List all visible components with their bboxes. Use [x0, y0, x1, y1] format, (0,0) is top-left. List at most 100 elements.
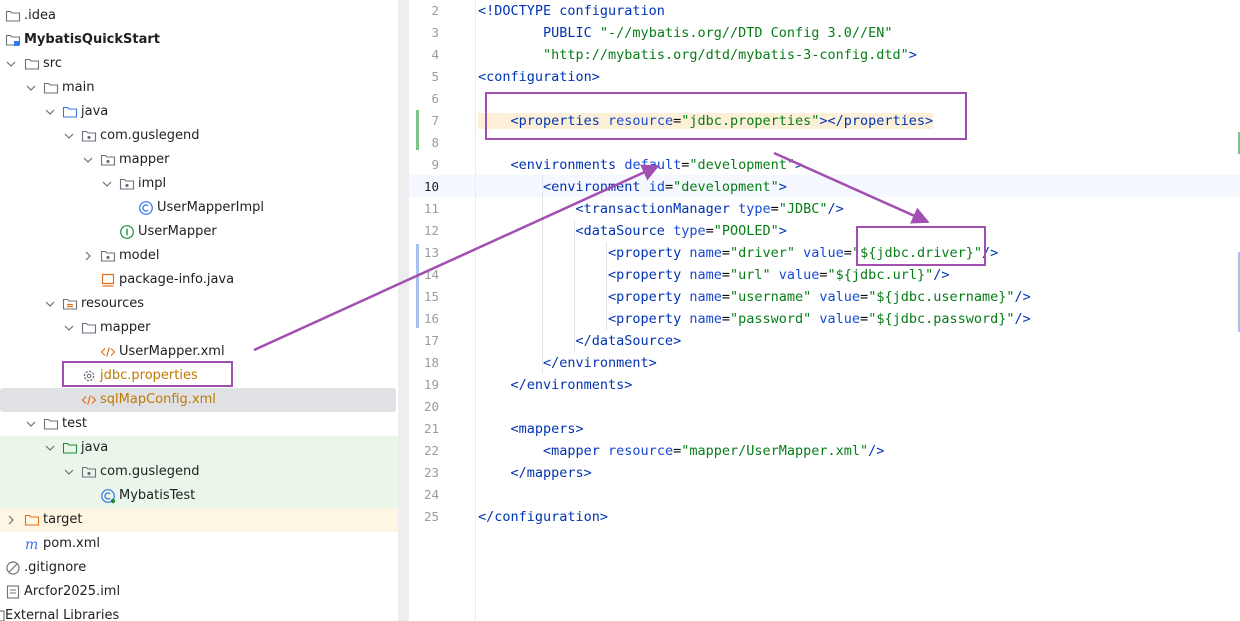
chevron-down-icon[interactable]	[24, 76, 38, 100]
tree-item-test-java[interactable]: java	[0, 436, 398, 460]
line-number: 8	[431, 135, 439, 150]
code-token: ></properties>	[819, 113, 934, 129]
code-line: </environments>	[478, 374, 633, 396]
code-token: value	[811, 289, 861, 305]
tree-item-java[interactable]: java	[0, 100, 398, 124]
code-token: <transactionManager	[478, 201, 739, 217]
tree-item-project-root[interactable]: MybatisQuickStart	[0, 28, 398, 52]
tree-item-label: pom.xml	[43, 536, 100, 551]
excluded-folder-icon	[24, 512, 40, 528]
chevron-down-icon[interactable]	[24, 412, 38, 436]
code-token: <dataSource	[478, 223, 674, 239]
svg-text:m: m	[25, 537, 38, 552]
code-token: "${jdbc.driver}"	[851, 245, 982, 261]
tree-item-src[interactable]: src	[0, 52, 398, 76]
code-token: "http://mybatis.org/dtd/mybatis-3-config…	[543, 47, 909, 63]
code-token: name	[689, 289, 722, 305]
code-token: name	[689, 245, 722, 261]
test-folder-icon	[62, 440, 78, 456]
tree-item-main[interactable]: main	[0, 76, 398, 100]
tree-item-com-guslegend[interactable]: com.guslegend	[0, 124, 398, 148]
code-token: =	[664, 179, 674, 195]
code-token: value	[795, 245, 844, 261]
tree-item-mapper-package[interactable]: mapper	[0, 148, 398, 172]
class-icon	[138, 200, 154, 216]
code-token: "driver"	[729, 245, 796, 261]
tree-item-test[interactable]: test	[0, 412, 398, 436]
line-number: 18	[423, 355, 439, 370]
tree-item-sqlmapconfig-xml[interactable]: sqlMapConfig.xml	[0, 388, 396, 412]
code-token: </dataSource>	[478, 333, 682, 349]
tree-item-label: sqlMapConfig.xml	[100, 392, 216, 407]
tree-item-package-info[interactable]: package-info.java	[0, 268, 398, 292]
code-editor[interactable]: 2 3 4 5 6 7 8 9 10 11 12 13 14 15 16 17 …	[409, 0, 1240, 621]
tree-item-model[interactable]: model	[0, 244, 398, 268]
tree-item-idea[interactable]: .idea	[0, 4, 398, 28]
code-line: <properties resource="jdbc.properties"><…	[478, 110, 934, 132]
code-token: value	[770, 267, 820, 283]
line-number: 22	[423, 443, 439, 458]
line-number: 19	[423, 377, 439, 392]
chevron-down-icon[interactable]	[81, 148, 95, 172]
tree-item-mapper-folder[interactable]: mapper	[0, 316, 398, 340]
folder-icon	[24, 56, 40, 72]
code-token: <environment	[478, 179, 649, 195]
tree-item-resources[interactable]: resources	[0, 292, 398, 316]
tree-item-iml[interactable]: Arcfor2025.iml	[0, 580, 398, 604]
tree-item-pom-xml[interactable]: m pom.xml	[0, 532, 398, 556]
code-token: =	[673, 443, 682, 459]
gutter-divider	[475, 0, 476, 621]
code-line: </mappers>	[478, 462, 592, 484]
tree-item-gitignore[interactable]: .gitignore	[0, 556, 398, 580]
tree-item-target[interactable]: target	[0, 508, 398, 532]
code-token: />	[868, 443, 885, 459]
xml-icon	[81, 392, 97, 408]
code-token: <property	[478, 245, 690, 261]
code-token: />	[933, 267, 950, 283]
code-token: =	[721, 289, 730, 305]
line-number: 14	[423, 267, 439, 282]
tree-item-mybatistest[interactable]: MybatisTest	[0, 484, 398, 508]
folder-icon	[43, 416, 59, 432]
code-token: "development"	[673, 179, 779, 195]
tree-item-usermapperimpl[interactable]: UserMapperImpl	[0, 196, 398, 220]
code-line: <dataSource type="POOLED">	[478, 220, 787, 242]
tree-item-usermapper-xml[interactable]: UserMapper.xml	[0, 340, 398, 364]
chevron-down-icon[interactable]	[62, 124, 76, 148]
tree-item-label: UserMapperImpl	[157, 200, 265, 215]
chevron-down-icon[interactable]	[43, 292, 57, 316]
java-file-icon	[100, 272, 116, 288]
tree-item-test-com-guslegend[interactable]: com.guslegend	[0, 460, 398, 484]
chevron-down-icon[interactable]	[43, 436, 57, 460]
panel-splitter[interactable]	[398, 0, 409, 621]
tree-item-label: UserMapper	[138, 224, 217, 239]
code-token: =	[705, 223, 714, 239]
tree-item-label: model	[119, 248, 160, 263]
chevron-down-icon[interactable]	[4, 52, 18, 76]
code-token: "${jdbc.username}"	[868, 289, 1015, 305]
code-token: "username"	[729, 289, 812, 305]
tree-item-usermapper-interface[interactable]: UserMapper	[0, 220, 398, 244]
chevron-down-icon[interactable]	[100, 172, 114, 196]
tree-item-label: resources	[81, 296, 145, 311]
tree-item-impl[interactable]: impl	[0, 172, 398, 196]
tree-item-label: java	[81, 440, 109, 455]
code-token: >	[778, 223, 787, 239]
chevron-down-icon[interactable]	[62, 460, 76, 484]
code-token: >	[908, 47, 917, 63]
ignore-icon	[5, 560, 21, 576]
code-token: name	[689, 311, 722, 327]
tree-item-label: mapper	[100, 320, 151, 335]
tree-item-external-libraries[interactable]: External Libraries	[0, 604, 398, 621]
line-number: 23	[423, 465, 439, 480]
chevron-down-icon[interactable]	[62, 316, 76, 340]
code-token: default	[624, 157, 682, 173]
chevron-down-icon[interactable]	[43, 100, 57, 124]
chevron-right-icon[interactable]	[4, 508, 18, 532]
code-line: </configuration>	[478, 506, 608, 528]
code-token: <properties	[478, 113, 609, 129]
tree-item-jdbc-properties[interactable]: jdbc.properties	[0, 364, 398, 388]
code-token: resource	[608, 443, 674, 459]
chevron-right-icon[interactable]	[81, 244, 95, 268]
code-line: <property name="username" value="${jdbc.…	[478, 286, 1031, 308]
